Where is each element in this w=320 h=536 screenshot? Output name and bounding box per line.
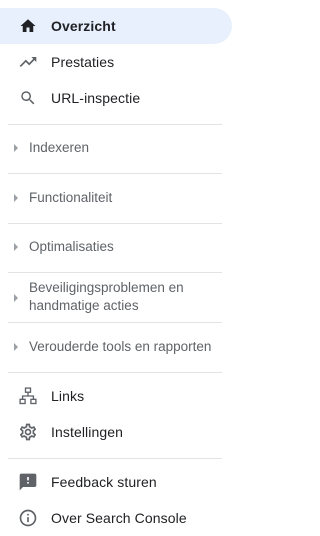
section-label-beveiliging-line2: handmatige acties [29, 298, 139, 313]
section-label-beveiliging-line1: Beveiligingsproblemen en [29, 280, 184, 295]
nav-item-prestaties[interactable]: Prestaties [0, 44, 232, 80]
nav-label-prestaties: Prestaties [51, 54, 115, 70]
nav-item-instellingen[interactable]: Instellingen [0, 414, 232, 450]
caret-right-icon [14, 144, 18, 152]
divider [8, 372, 222, 373]
nav-label-instellingen: Instellingen [51, 424, 124, 440]
section-label-indexeren: Indexeren [29, 140, 90, 155]
nav-label-feedback: Feedback sturen [51, 474, 157, 490]
caret-right-icon [14, 294, 18, 302]
sidebar-nav: Overzicht Prestaties URL-inspectie Index… [0, 0, 280, 534]
section-functionaliteit[interactable]: Functionaliteit [0, 188, 222, 208]
nav-label-over: Over Search Console [51, 510, 187, 526]
section-beveiliging[interactable]: Beveiligingsproblemen en handmatige acti… [0, 279, 222, 317]
section-optimalisaties[interactable]: Optimalisaties [0, 237, 222, 257]
divider [8, 458, 222, 459]
divider [8, 223, 222, 224]
section-label-optimalisaties: Optimalisaties [29, 239, 114, 254]
nav-item-feedback[interactable]: Feedback sturen [0, 464, 232, 500]
nav-item-over[interactable]: Over Search Console [0, 500, 232, 536]
nav-item-overzicht[interactable]: Overzicht [0, 8, 232, 44]
section-indexeren[interactable]: Indexeren [0, 138, 222, 158]
divider [8, 173, 222, 174]
nav-item-url-inspectie[interactable]: URL-inspectie [0, 80, 232, 116]
nav-label-overzicht: Overzicht [51, 18, 116, 34]
search-icon [18, 88, 38, 108]
feedback-icon [18, 472, 38, 492]
trending-up-icon [18, 52, 38, 72]
divider [8, 124, 222, 125]
divider [8, 322, 222, 323]
caret-right-icon [14, 343, 18, 351]
nav-label-url-inspectie: URL-inspectie [51, 90, 141, 106]
info-icon [18, 508, 38, 528]
section-label-beveiliging: Beveiligingsproblemen en handmatige acti… [29, 279, 184, 315]
sitemap-icon [18, 386, 38, 406]
section-label-functionaliteit: Functionaliteit [29, 190, 113, 205]
caret-right-icon [14, 194, 18, 202]
nav-item-links[interactable]: Links [0, 378, 232, 414]
section-verouderde[interactable]: Verouderde tools en rapporten [0, 337, 222, 357]
divider [8, 272, 222, 273]
home-icon [18, 16, 38, 36]
section-label-verouderde: Verouderde tools en rapporten [29, 339, 212, 354]
nav-label-links: Links [51, 388, 85, 404]
caret-right-icon [14, 243, 18, 251]
gear-icon [18, 422, 38, 442]
